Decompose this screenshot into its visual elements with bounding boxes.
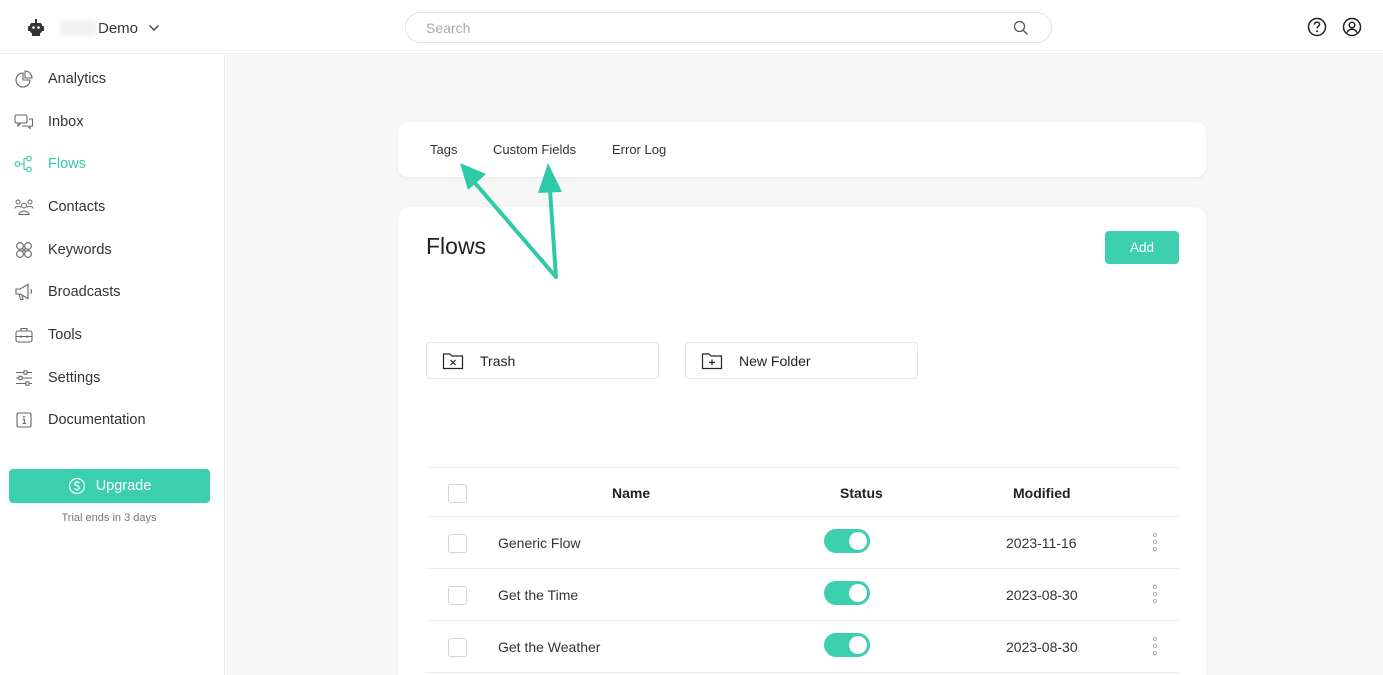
table-header: Name Status Modified — [426, 467, 1179, 517]
top-bar: Demo — [0, 0, 1383, 54]
toolbox-icon — [14, 325, 34, 345]
search-bar — [405, 12, 1052, 43]
more-options-icon[interactable] — [1150, 583, 1160, 605]
folder-new[interactable]: New Folder — [685, 342, 918, 379]
sliders-icon — [14, 368, 34, 388]
status-toggle[interactable] — [824, 581, 870, 605]
tabs-card: Tags Custom Fields Error Log — [398, 122, 1206, 177]
sidebar-item-label: Tools — [48, 327, 82, 343]
sidebar-item-documentation[interactable]: Documentation — [14, 408, 146, 432]
keywords-icon — [14, 240, 34, 260]
flows-card: Flows Add Trash New Folder Name Status M… — [398, 207, 1206, 675]
sidebar-item-label: Keywords — [48, 242, 112, 258]
table-row[interactable]: Generic Flow 2023-11-16 — [426, 517, 1179, 569]
modified-date: 2023-08-30 — [1006, 587, 1078, 603]
table-row[interactable]: Get the Time 2023-08-30 — [426, 569, 1179, 621]
folder-plus-icon — [701, 352, 723, 370]
column-header-status[interactable]: Status — [840, 485, 883, 501]
sidebar: Analytics Inbox Flows Contacts Keywords … — [0, 54, 225, 675]
sidebar-item-label: Documentation — [48, 412, 146, 428]
column-header-name[interactable]: Name — [612, 485, 650, 501]
megaphone-icon — [14, 282, 34, 302]
row-checkbox[interactable] — [448, 638, 467, 657]
user-account-icon[interactable] — [1341, 16, 1363, 38]
select-all-checkbox[interactable] — [448, 484, 467, 503]
dollar-circle-icon — [68, 477, 86, 495]
tab-error-log[interactable]: Error Log — [612, 142, 666, 157]
upgrade-button[interactable]: Upgrade — [9, 469, 210, 503]
workspace-switcher[interactable]: Demo — [26, 17, 160, 39]
workspace-name: Demo — [98, 19, 139, 37]
workspace-avatar-blurred — [60, 20, 98, 36]
more-options-icon[interactable] — [1150, 531, 1160, 553]
add-button[interactable]: Add — [1105, 231, 1179, 264]
search-icon[interactable] — [1013, 20, 1029, 36]
status-toggle[interactable] — [824, 633, 870, 657]
toggle-knob — [849, 636, 867, 654]
toggle-knob — [849, 532, 867, 550]
sidebar-item-label: Flows — [48, 156, 86, 172]
main-content: Tags Custom Fields Error Log Flows Add T… — [226, 55, 1383, 675]
row-checkbox[interactable] — [448, 586, 467, 605]
robot-icon — [26, 18, 46, 38]
flow-name[interactable]: Generic Flow — [498, 535, 580, 551]
modified-date: 2023-08-30 — [1006, 639, 1078, 655]
sidebar-item-broadcasts[interactable]: Broadcasts — [14, 280, 121, 304]
sidebar-item-flows[interactable]: Flows — [14, 152, 86, 176]
chevron-down-icon — [148, 24, 160, 32]
sidebar-item-label: Settings — [48, 370, 101, 386]
sidebar-item-inbox[interactable]: Inbox — [14, 110, 83, 134]
tab-tags[interactable]: Tags — [430, 142, 457, 157]
pie-chart-icon — [14, 69, 34, 89]
tab-custom-fields[interactable]: Custom Fields — [493, 142, 576, 157]
sidebar-item-label: Analytics — [48, 71, 107, 87]
page-title: Flows — [426, 233, 487, 259]
people-icon — [14, 197, 34, 217]
sidebar-item-tools[interactable]: Tools — [14, 323, 82, 347]
folder-label: Trash — [480, 352, 516, 369]
folder-x-icon — [442, 352, 464, 370]
status-toggle[interactable] — [824, 529, 870, 553]
sidebar-item-label: Inbox — [48, 114, 84, 130]
help-icon[interactable] — [1306, 16, 1328, 38]
trial-notice: Trial ends in 3 days — [61, 512, 157, 524]
sidebar-item-analytics[interactable]: Analytics — [14, 67, 106, 91]
sidebar-item-contacts[interactable]: Contacts — [14, 195, 105, 219]
folder-label: New Folder — [739, 352, 811, 369]
flow-name[interactable]: Get the Time — [498, 587, 578, 603]
sidebar-item-settings[interactable]: Settings — [14, 366, 100, 390]
folder-trash[interactable]: Trash — [426, 342, 659, 379]
upgrade-label: Upgrade — [95, 478, 152, 494]
modified-date: 2023-11-16 — [1006, 535, 1077, 551]
sidebar-item-keywords[interactable]: Keywords — [14, 238, 112, 262]
info-box-icon — [14, 410, 34, 430]
toggle-knob — [849, 584, 867, 602]
chat-bubbles-icon — [14, 112, 34, 132]
flow-name[interactable]: Get the Weather — [498, 639, 600, 655]
row-checkbox[interactable] — [448, 534, 467, 553]
table-row[interactable]: Get the Weather 2023-08-30 — [426, 621, 1179, 673]
flow-nodes-icon — [14, 154, 34, 174]
sidebar-item-label: Broadcasts — [48, 284, 121, 300]
search-input[interactable] — [426, 13, 986, 42]
more-options-icon[interactable] — [1150, 635, 1160, 657]
sidebar-item-label: Contacts — [48, 199, 106, 215]
column-header-modified[interactable]: Modified — [1013, 485, 1071, 501]
flows-table: Name Status Modified Generic Flow 2023-1… — [426, 467, 1179, 673]
